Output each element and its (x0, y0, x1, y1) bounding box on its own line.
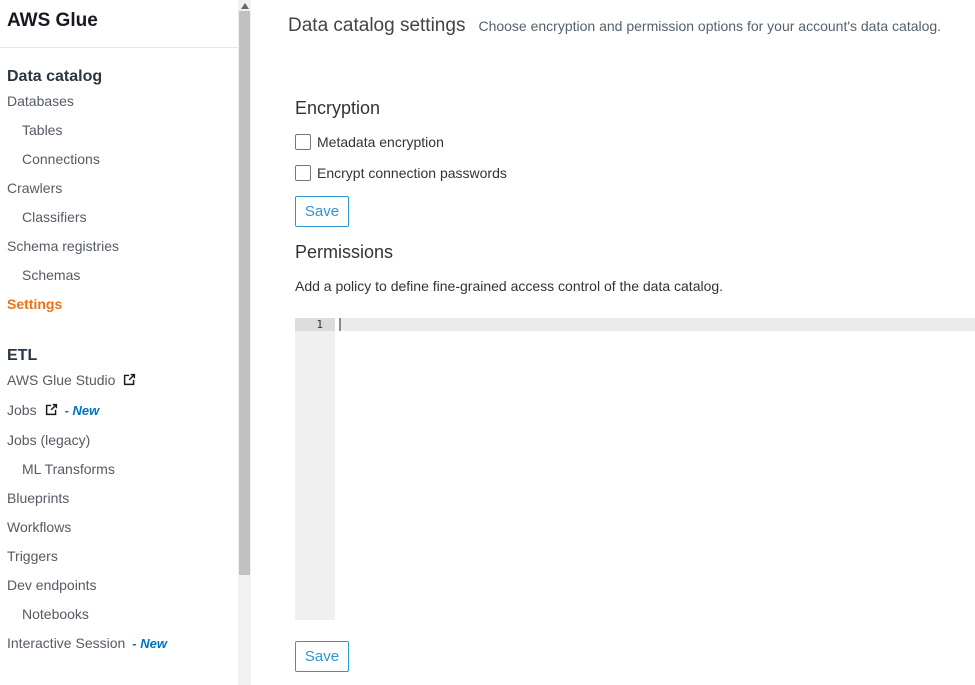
sidebar-item-label: Schemas (22, 267, 80, 283)
sidebar-section-heading-data-catalog: Data catalog (7, 67, 231, 87)
external-link-icon (123, 367, 136, 396)
sidebar-item-connections[interactable]: Connections (7, 145, 231, 174)
metadata-encryption-checkbox[interactable] (295, 134, 311, 150)
sidebar-item-notebooks[interactable]: Notebooks (7, 600, 231, 629)
sidebar-item-label: Jobs (7, 402, 37, 418)
new-badge: - New (65, 403, 100, 418)
sidebar-item-crawlers[interactable]: Crawlers (7, 174, 231, 203)
new-badge: - New (132, 636, 167, 651)
scrollbar-up-button[interactable] (238, 0, 251, 11)
sidebar-section-heading-etl: ETL (7, 346, 231, 366)
metadata-encryption-row[interactable]: Metadata encryption (295, 134, 444, 150)
page-subtitle: Choose encryption and permission options… (478, 18, 941, 34)
permissions-save-button[interactable]: Save (295, 641, 349, 672)
sidebar-item-label: Jobs (legacy) (7, 432, 90, 448)
sidebar-item-label: Schema registries (7, 238, 119, 254)
sidebar-item-databases[interactable]: Databases (7, 87, 231, 116)
sidebar-item-label: AWS Glue Studio (7, 372, 115, 388)
sidebar-item-label: Notebooks (22, 606, 89, 622)
sidebar-item-label: Blueprints (7, 490, 69, 506)
permissions-description: Add a policy to define fine-grained acce… (295, 278, 723, 294)
sidebar-item-blueprints[interactable]: Blueprints (7, 484, 231, 513)
external-link-icon (45, 397, 58, 426)
sidebar-item-label: ML Transforms (22, 461, 115, 477)
encrypt-passwords-checkbox[interactable] (295, 165, 311, 181)
sidebar: AWS Glue Data catalog Databases Tables Conn… (0, 0, 252, 685)
editor-active-line[interactable] (339, 318, 975, 331)
policy-editor[interactable]: 1 (295, 318, 975, 620)
page-header: Data catalog settings Choose encryption … (288, 15, 941, 37)
sidebar-item-schema-registries[interactable]: Schema registries (7, 232, 231, 261)
sidebar-item-label: Crawlers (7, 180, 62, 196)
sidebar-item-settings[interactable]: Settings (7, 290, 231, 319)
editor-gutter: 1 (295, 318, 335, 620)
sidebar-item-label: Connections (22, 151, 100, 167)
encryption-save-button[interactable]: Save (295, 196, 349, 227)
metadata-encryption-label[interactable]: Metadata encryption (317, 134, 444, 150)
sidebar-item-label: Triggers (7, 548, 58, 564)
sidebar-item-jobs-legacy-[interactable]: Jobs (legacy) (7, 426, 231, 455)
editor-line-number: 1 (295, 318, 335, 331)
scroll-up-icon (241, 3, 249, 9)
sidebar-scrollbar-thumb[interactable] (239, 11, 250, 575)
sidebar-item-label: Interactive Session (7, 635, 125, 651)
sidebar-item-label: Tables (22, 122, 62, 138)
page-title: Data catalog settings (288, 15, 465, 37)
app-title: AWS Glue (7, 10, 98, 32)
main-content: Data catalog settings Choose encryption … (252, 0, 975, 685)
sidebar-item-triggers[interactable]: Triggers (7, 542, 231, 571)
sidebar-item-classifiers[interactable]: Classifiers (7, 203, 231, 232)
editor-cursor (339, 318, 341, 331)
sidebar-item-schemas[interactable]: Schemas (7, 261, 231, 290)
sidebar-item-interactive-session[interactable]: Interactive Session - New (7, 629, 231, 658)
sidebar-nav: Data catalog Databases Tables Connections Cr… (7, 48, 231, 658)
sidebar-item-tables[interactable]: Tables (7, 116, 231, 145)
sidebar-item-ml-transforms[interactable]: ML Transforms (7, 455, 231, 484)
sidebar-item-label: Databases (7, 93, 74, 109)
sidebar-item-aws-glue-studio[interactable]: AWS Glue Studio (7, 366, 231, 396)
permissions-heading: Permissions (295, 242, 393, 263)
sidebar-item-label: Settings (7, 296, 62, 312)
sidebar-item-workflows[interactable]: Workflows (7, 513, 231, 542)
sidebar-item-label: Dev endpoints (7, 577, 97, 593)
encrypt-passwords-row[interactable]: Encrypt connection passwords (295, 165, 507, 181)
sidebar-item-label: Workflows (7, 519, 71, 535)
sidebar-item-dev-endpoints[interactable]: Dev endpoints (7, 571, 231, 600)
sidebar-item-jobs[interactable]: Jobs - New (7, 396, 231, 426)
sidebar-scrollbar-track[interactable] (238, 0, 251, 685)
encryption-heading: Encryption (295, 98, 380, 119)
encrypt-passwords-label[interactable]: Encrypt connection passwords (317, 165, 507, 181)
sidebar-item-label: Classifiers (22, 209, 87, 225)
